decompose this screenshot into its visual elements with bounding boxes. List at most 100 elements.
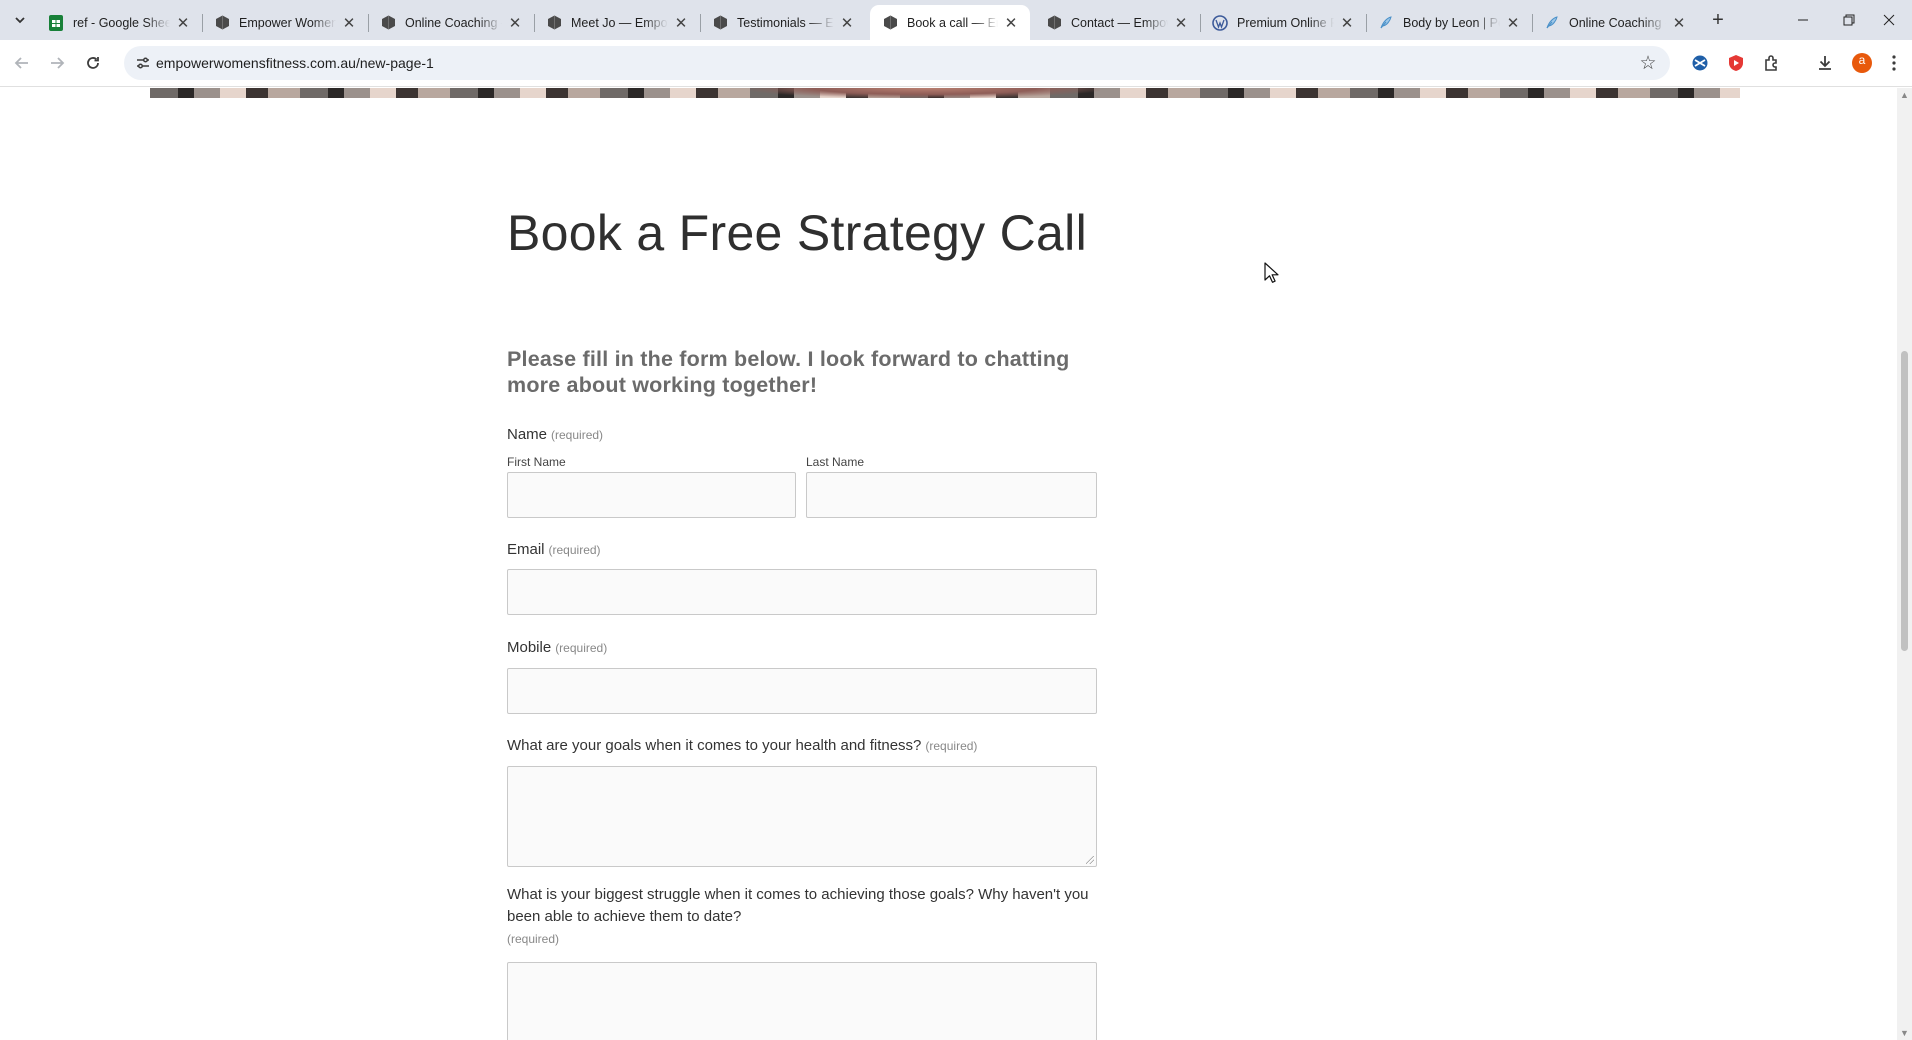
arrow-left-icon (14, 57, 28, 69)
forward-button[interactable] (43, 49, 71, 77)
minimize-icon (1798, 19, 1808, 21)
tab-google-sheets[interactable]: ref - Google Sheets ✕ (36, 5, 203, 40)
close-icon[interactable]: ✕ (1504, 14, 1522, 32)
first-name-input[interactable] (507, 472, 796, 518)
goals-textarea[interactable] (507, 766, 1097, 867)
sheets-icon (48, 14, 64, 31)
reload-button[interactable] (79, 49, 107, 77)
squarespace-icon (380, 15, 396, 31)
browser-toolbar: empowerwomensfitness.com.au/new-page-1 ☆… (0, 40, 1912, 87)
extension-shield-icon[interactable] (1724, 51, 1748, 75)
tab-title: Book a call — Empower (907, 15, 998, 30)
tab-search-button[interactable] (8, 8, 32, 32)
email-input[interactable] (507, 569, 1097, 615)
squarespace-icon (546, 15, 562, 31)
squarespace-icon (1046, 15, 1062, 31)
chevron-down-icon (15, 17, 25, 24)
tab-body-by-leon[interactable]: Body by Leon | Personal ✕ (1366, 5, 1533, 40)
close-icon[interactable]: ✕ (1002, 14, 1020, 32)
close-icon[interactable]: ✕ (1670, 14, 1688, 32)
close-icon[interactable]: ✕ (838, 14, 856, 32)
feather-icon (1544, 15, 1560, 31)
close-icon[interactable]: ✕ (340, 14, 358, 32)
url-text[interactable]: empowerwomensfitness.com.au/new-page-1 (156, 55, 434, 71)
tab-contact[interactable]: Contact — Empower ✕ (1034, 5, 1201, 40)
last-name-input[interactable] (806, 472, 1097, 518)
squarespace-icon (712, 15, 728, 31)
tab-empower-home[interactable]: Empower Women's Fitness ✕ (202, 5, 369, 40)
struggle-field-label: What is your biggest struggle when it co… (507, 884, 1097, 950)
page-viewport: Book a Free Strategy Call Please fill in… (0, 88, 1897, 1040)
last-name-sublabel: Last Name (806, 455, 865, 469)
page-title: Book a Free Strategy Call (507, 205, 1087, 261)
mobile-input[interactable] (507, 668, 1097, 714)
close-icon[interactable]: ✕ (1338, 14, 1356, 32)
tab-book-a-call[interactable]: Book a call — Empower ✕ (870, 5, 1030, 40)
scroll-up-arrow-icon[interactable]: ▲ (1900, 90, 1909, 100)
scroll-down-arrow-icon[interactable]: ▼ (1900, 1028, 1909, 1038)
required-marker: (required) (507, 932, 560, 946)
tab-title: Online Coaching - Body (1569, 15, 1666, 30)
arrow-right-icon (51, 57, 65, 69)
close-icon (1883, 14, 1895, 26)
tab-title: Meet Jo — Empower (571, 15, 668, 30)
tab-title: ref - Google Sheets (73, 15, 170, 30)
profile-initial: a (1858, 53, 1866, 67)
struggle-textarea[interactable] (507, 962, 1097, 1040)
tab-online-coaching[interactable]: Online Coaching — Empower ✕ (368, 5, 535, 40)
name-field-label: Name (required) (507, 426, 603, 443)
close-window-button[interactable] (1866, 0, 1912, 40)
tab-title: Testimonials — Empower (737, 15, 834, 30)
email-label-text: Email (507, 541, 545, 558)
goals-label-text: What are your goals when it comes to you… (507, 737, 922, 754)
page-scrollbar[interactable]: ▲ ▼ (1897, 88, 1912, 1040)
tab-title: Contact — Empower (1071, 15, 1168, 30)
restore-icon (1843, 14, 1855, 26)
goals-field-label: What are your goals when it comes to you… (507, 737, 977, 754)
close-icon[interactable]: ✕ (672, 14, 690, 32)
address-bar[interactable]: empowerwomensfitness.com.au/new-page-1 ☆ (124, 46, 1670, 80)
required-marker: (required) (548, 543, 601, 557)
extensions-puzzle-icon[interactable] (1760, 51, 1784, 75)
tab-title: Body by Leon | Personal (1403, 15, 1500, 30)
tab-strip: ref - Google Sheets ✕ Empower Women's Fi… (0, 0, 1912, 40)
form-intro-text: Please fill in the form below. I look fo… (507, 347, 1070, 397)
close-icon[interactable]: ✕ (174, 14, 192, 32)
site-info-icon[interactable] (132, 52, 154, 74)
reload-icon (87, 57, 99, 69)
tab-meet-jo[interactable]: Meet Jo — Empower ✕ (534, 5, 701, 40)
required-marker: (required) (551, 428, 604, 442)
tab-testimonials[interactable]: Testimonials — Empower ✕ (700, 5, 866, 40)
name-label-text: Name (507, 426, 548, 443)
struggle-label-text: What is your biggest struggle when it co… (507, 886, 1089, 925)
tab-title: Premium Online Personal (1237, 15, 1334, 30)
close-icon[interactable]: ✕ (506, 14, 524, 32)
squarespace-icon (882, 15, 898, 31)
tab-title: Online Coaching — Empower (405, 15, 502, 30)
required-marker: (required) (925, 739, 978, 753)
first-name-sublabel: First Name (507, 455, 566, 469)
hero-image-bottom-edge (150, 88, 1740, 98)
squarespace-icon (214, 15, 230, 31)
minimize-button[interactable] (1780, 0, 1826, 40)
mobile-field-label: Mobile (required) (507, 639, 607, 656)
mobile-label-text: Mobile (507, 639, 552, 656)
plus-icon: + (1712, 8, 1724, 31)
tab-title: Empower Women's Fitness (239, 15, 336, 30)
wordpress-icon (1212, 14, 1228, 31)
scrollbar-thumb[interactable] (1901, 351, 1908, 651)
resize-grip-icon[interactable] (1086, 856, 1094, 864)
downloads-icon[interactable] (1813, 51, 1837, 75)
profile-avatar[interactable]: a (1850, 51, 1874, 75)
close-icon[interactable]: ✕ (1172, 14, 1190, 32)
back-button[interactable] (8, 49, 36, 77)
email-field-label: Email (required) (507, 541, 601, 558)
extension-globe-icon[interactable] (1688, 51, 1712, 75)
new-tab-button[interactable]: + (1704, 8, 1732, 32)
bookmark-star-icon[interactable]: ☆ (1636, 51, 1660, 75)
menu-kebab-icon[interactable] (1886, 51, 1902, 75)
tab-online-coaching-body[interactable]: Online Coaching - Body ✕ (1532, 5, 1698, 40)
required-marker: (required) (555, 641, 608, 655)
tab-premium-online[interactable]: Premium Online Personal ✕ (1200, 5, 1367, 40)
feather-icon (1378, 15, 1394, 31)
